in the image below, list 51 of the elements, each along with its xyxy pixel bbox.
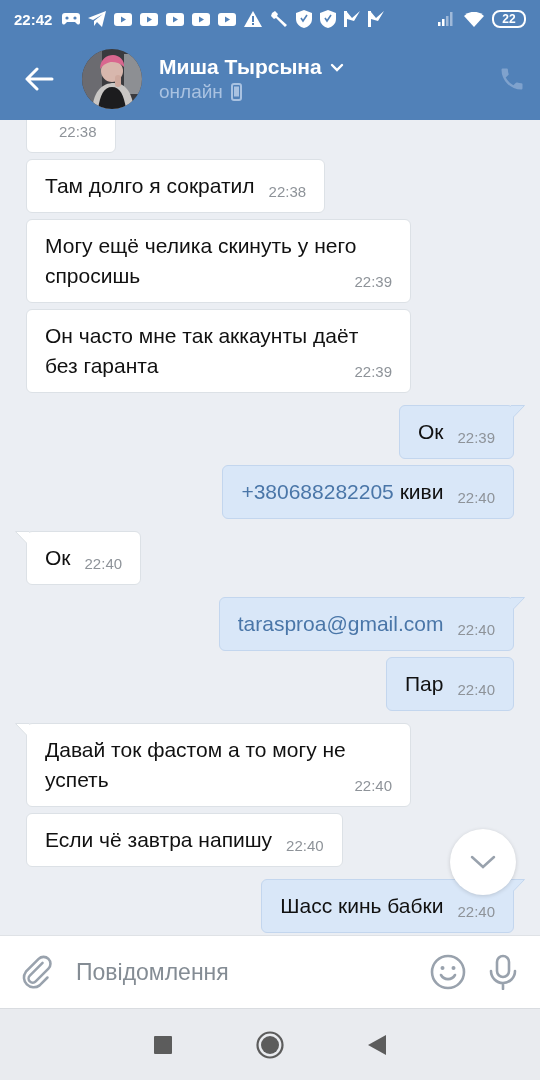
shield-icon (320, 10, 337, 28)
play-icon (114, 12, 133, 26)
message-time: 22:38 (59, 123, 97, 141)
message-text: Ок (45, 546, 71, 569)
smiley-icon[interactable] (430, 954, 466, 990)
message-link[interactable]: +380688282205 (241, 480, 394, 503)
message-time: 22:40 (457, 681, 495, 699)
back-triangle-icon[interactable] (368, 1034, 386, 1055)
paperclip-icon[interactable] (22, 955, 54, 989)
message-text: Давай ток фастом а то могу не успеть (45, 738, 346, 791)
message-time: 22:39 (354, 273, 392, 291)
square-nav-icon[interactable] (154, 1035, 172, 1054)
paper-plane-icon (88, 11, 107, 27)
phone-device-icon (230, 83, 242, 101)
message-time: 22:40 (84, 555, 123, 573)
home-circle-icon[interactable] (256, 1030, 284, 1059)
check-flag-icon (344, 11, 361, 27)
message-time: 22:40 (457, 489, 495, 507)
microphone-icon[interactable] (488, 954, 518, 990)
battery-indicator: 22 (492, 10, 526, 28)
message-time: 22:40 (286, 837, 324, 855)
clock: 22:42 (14, 10, 53, 28)
check-flag-icon (368, 11, 385, 27)
message-time: 22:38 (268, 183, 307, 201)
message-text: Ок (417, 420, 444, 443)
chevron-down-icon[interactable] (329, 62, 344, 72)
play-icon (166, 12, 185, 26)
message-time: 22:40 (354, 777, 392, 795)
chevron-down-icon (470, 855, 496, 869)
play-icon (192, 12, 211, 26)
wifi-icon (464, 11, 484, 27)
message-text: Если чё завтра напишу (45, 828, 273, 851)
wrench-icon (270, 10, 289, 28)
back-arrow-icon[interactable] (24, 67, 54, 91)
play-icon (140, 12, 159, 26)
online-status: онлайн (159, 81, 223, 103)
message-time: 22:39 (354, 363, 392, 381)
message-text: киви (399, 480, 444, 503)
message-time: 22:40 (457, 903, 495, 921)
message-link[interactable]: tarasproa@gmail.com (237, 612, 444, 635)
gamepad-icon (62, 12, 81, 26)
shield-icon (296, 10, 313, 28)
message-text: Там долго я сократил (45, 174, 255, 197)
contact-name[interactable]: Миша Тырсына (159, 55, 322, 79)
play-icon (218, 12, 237, 26)
message-text: Шасс кинь бабки (280, 894, 444, 917)
message-time: 22:40 (457, 621, 495, 639)
signal-icon (438, 12, 456, 26)
message-time: 22:39 (457, 429, 495, 447)
message-text: Пар (405, 672, 444, 695)
warning-icon (244, 11, 263, 27)
